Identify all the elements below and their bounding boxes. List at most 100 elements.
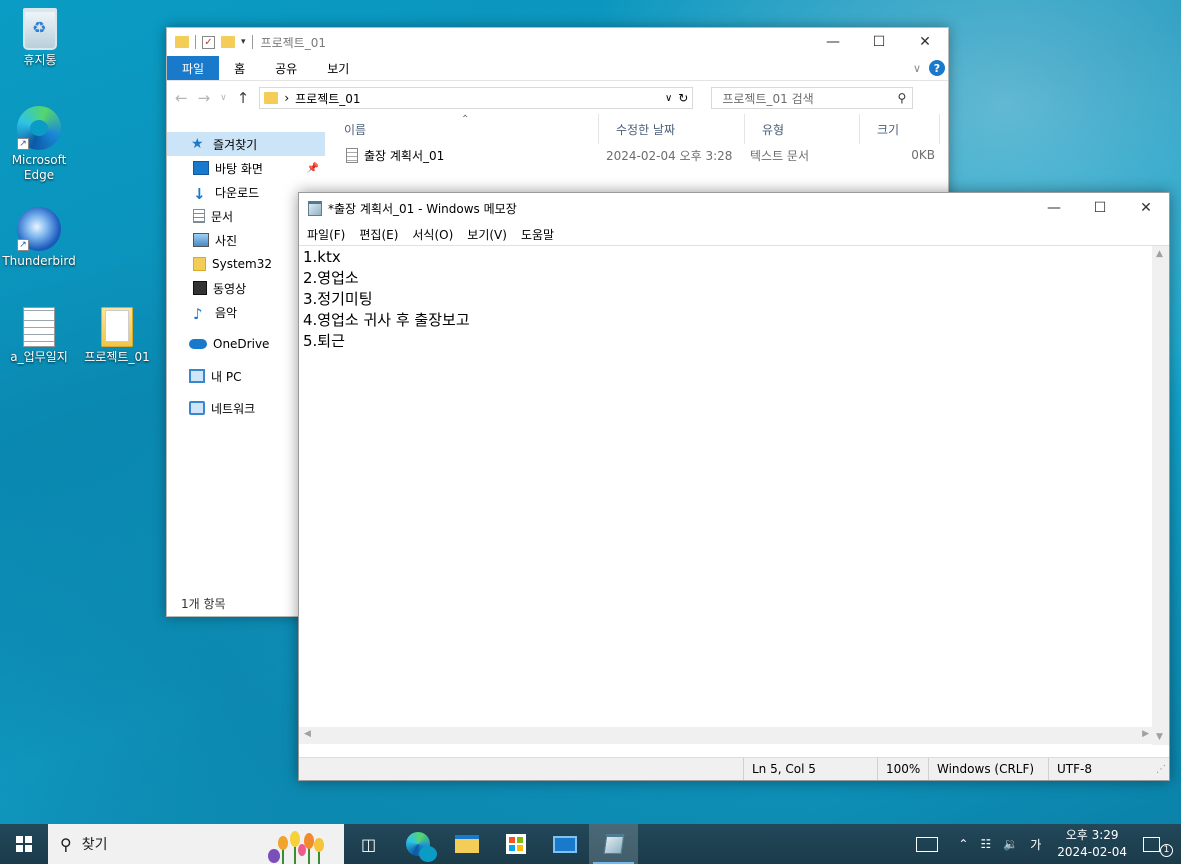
- text-editor-area[interactable]: 1.ktx 2.영업소 3.정기미팅 4.영업소 귀사 후 출장보고 5.퇴근 …: [299, 245, 1169, 745]
- clock-date: 2024-02-04: [1057, 845, 1127, 859]
- desktop-icon-label: a_업무일지: [10, 350, 68, 364]
- nav-label: 다운로드: [215, 185, 260, 200]
- document-text[interactable]: 1.ktx 2.영업소 3.정기미팅 4.영업소 귀사 후 출장보고 5.퇴근: [303, 247, 470, 352]
- quick-access-toolbar: ✓ ▾: [175, 35, 253, 49]
- taskbar-store[interactable]: [491, 824, 540, 864]
- tab-share[interactable]: 공유: [260, 56, 312, 80]
- task-view-button[interactable]: ◫: [344, 824, 393, 864]
- column-size[interactable]: 크기: [860, 114, 940, 144]
- sort-ascending-icon: ⌃: [461, 114, 470, 125]
- keyboard-icon: [916, 836, 939, 852]
- menu-file[interactable]: 파일(F): [307, 226, 345, 243]
- taskbar-search-box[interactable]: ⚲ 찾기: [48, 824, 344, 864]
- refresh-icon[interactable]: ↻: [678, 91, 688, 105]
- horizontal-scrollbar[interactable]: ◀ ▶: [299, 727, 1154, 744]
- close-button[interactable]: ✕: [902, 28, 948, 56]
- help-icon[interactable]: ?: [929, 60, 945, 76]
- back-arrow-icon[interactable]: ←: [175, 89, 188, 107]
- shortcut-arrow-icon: ↗: [17, 239, 29, 251]
- taskbar-mail[interactable]: [540, 824, 589, 864]
- taskbar: ⚲ 찾기 ◫ ⌃ ☷ 🔉 가 오후 3:29 2024-02-04 1: [0, 824, 1181, 864]
- properties-icon[interactable]: ✓: [202, 35, 215, 49]
- address-bar[interactable]: › 프로젝트_01 ∨ ↻: [259, 87, 694, 109]
- network-icon: [189, 401, 205, 415]
- taskbar-notepad[interactable]: [589, 824, 638, 864]
- scroll-left-icon[interactable]: ◀: [304, 729, 311, 739]
- forward-arrow-icon[interactable]: →: [198, 89, 211, 107]
- network-status-button[interactable]: ☷: [974, 824, 997, 864]
- file-type: 텍스트 문서: [750, 148, 810, 163]
- store-bag-icon: [505, 834, 526, 854]
- file-size: 0KB: [911, 148, 935, 162]
- clock[interactable]: 오후 3:29 2024-02-04: [1047, 824, 1137, 864]
- windows-logo-icon: [16, 836, 32, 852]
- search-input[interactable]: 프로젝트_01 검색 ⚲: [711, 87, 914, 109]
- nav-item-desktop[interactable]: 바탕 화면 📌: [167, 156, 325, 180]
- tab-view[interactable]: 보기: [312, 56, 364, 80]
- notepad-titlebar[interactable]: *출장 계획서_01 - Windows 메모장 — ☐ ✕: [299, 193, 1169, 223]
- table-row[interactable]: 출장 계획서_01 2024-02-04 오후 3:28 텍스트 문서 0KB: [327, 144, 948, 166]
- notepad-status-bar: Ln 5, Col 5 100% Windows (CRLF) UTF-8 ⋰: [299, 757, 1169, 780]
- menu-format[interactable]: 서식(O): [412, 226, 453, 243]
- taskbar-file-explorer[interactable]: [442, 824, 491, 864]
- breadcrumb-chevron-icon[interactable]: ›: [284, 91, 289, 105]
- expand-ribbon-icon[interactable]: ∨: [913, 62, 921, 75]
- search-placeholder: 프로젝트_01 검색: [722, 91, 814, 106]
- text-line: 1.ktx: [303, 248, 341, 266]
- notepad-window: *출장 계획서_01 - Windows 메모장 — ☐ ✕ 파일(F) 편집(…: [298, 192, 1170, 781]
- desktop-icon-thunderbird[interactable]: ↗ Thunderbird: [0, 207, 78, 269]
- breadcrumb[interactable]: 프로젝트_01: [295, 90, 659, 107]
- touch-keyboard-button[interactable]: [910, 824, 944, 864]
- scroll-down-icon[interactable]: ▼: [1156, 732, 1163, 742]
- desktop-icon-work-log[interactable]: a_업무일지: [0, 307, 78, 365]
- thunderbird-icon: ↗: [17, 207, 61, 251]
- address-dropdown-icon[interactable]: ∨: [665, 93, 672, 104]
- nav-label: 바탕 화면: [215, 161, 263, 176]
- recent-locations-icon[interactable]: ∨: [220, 93, 227, 103]
- up-arrow-icon[interactable]: ↑: [237, 89, 250, 107]
- resize-grip-icon[interactable]: ⋰: [1118, 764, 1169, 775]
- nav-quick-access[interactable]: ★ 즐겨찾기: [167, 132, 325, 156]
- customize-toolbar-icon[interactable]: ▾: [241, 37, 246, 47]
- vertical-scrollbar[interactable]: ▲ ▼: [1152, 246, 1169, 745]
- minimize-button[interactable]: —: [810, 28, 856, 56]
- search-icon: ⚲: [897, 91, 907, 105]
- minimize-button[interactable]: —: [1031, 194, 1077, 222]
- line-ending: Windows (CRLF): [928, 758, 1048, 780]
- column-type[interactable]: 유형: [745, 114, 860, 144]
- desktop-icon-recycle-bin[interactable]: 휴지통: [1, 8, 79, 68]
- desktop-icon-edge[interactable]: ↗ Microsoft Edge: [0, 106, 78, 183]
- videos-icon: [193, 281, 207, 295]
- start-button[interactable]: [0, 824, 48, 864]
- mail-icon: [552, 835, 577, 853]
- scroll-right-icon[interactable]: ▶: [1142, 729, 1149, 739]
- folder-icon: [193, 257, 206, 271]
- menu-edit[interactable]: 편집(E): [359, 226, 398, 243]
- show-hidden-icons-button[interactable]: ⌃: [944, 824, 974, 864]
- maximize-button[interactable]: ☐: [856, 28, 902, 56]
- tab-home[interactable]: 홈: [219, 56, 260, 80]
- new-folder-icon[interactable]: [221, 36, 235, 48]
- tulip-flowers-icon: [268, 831, 324, 864]
- column-modified[interactable]: 수정한 날짜: [599, 114, 745, 144]
- notification-icon: [1143, 836, 1160, 852]
- folder-icon: [175, 36, 189, 48]
- notification-center-button[interactable]: 1: [1137, 824, 1181, 864]
- menu-help[interactable]: 도움말: [521, 226, 554, 243]
- menu-view[interactable]: 보기(V): [467, 226, 507, 243]
- desktop-icon-project-folder[interactable]: 프로젝트_01: [78, 307, 156, 365]
- tab-file[interactable]: 파일: [167, 56, 220, 80]
- nav-label: 문서: [211, 209, 234, 224]
- explorer-titlebar[interactable]: ✓ ▾ 프로젝트_01 — ☐ ✕: [167, 28, 948, 56]
- pictures-icon: [193, 233, 209, 247]
- column-headers: ⌃ 이름 수정한 날짜 유형 크기: [327, 114, 948, 144]
- clock-time: 오후 3:29: [1065, 828, 1119, 842]
- close-button[interactable]: ✕: [1123, 194, 1169, 222]
- taskbar-edge[interactable]: [393, 824, 442, 864]
- network-icon: ☷: [980, 837, 992, 851]
- volume-button[interactable]: 🔉: [997, 824, 1024, 864]
- ime-indicator[interactable]: 가: [1024, 824, 1047, 864]
- maximize-button[interactable]: ☐: [1077, 194, 1123, 222]
- notepad-title: *출장 계획서_01 - Windows 메모장: [328, 201, 517, 216]
- scroll-up-icon[interactable]: ▲: [1156, 249, 1163, 259]
